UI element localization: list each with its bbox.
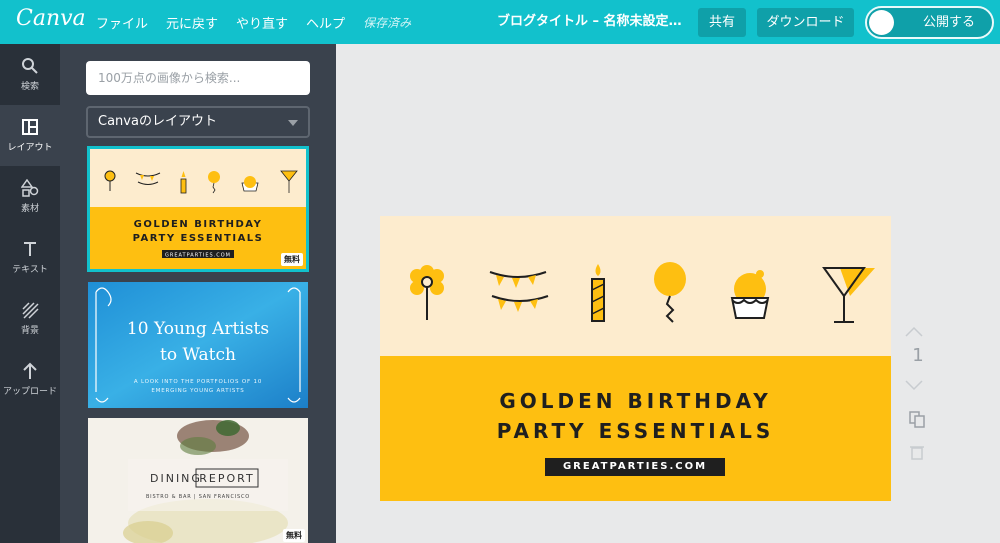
canva-logo[interactable]: Canva <box>16 6 86 31</box>
nav-item-elements[interactable]: 素材 <box>0 166 60 227</box>
delete-page-icon[interactable] <box>910 444 924 464</box>
layout-icon <box>22 119 38 135</box>
image-search-input[interactable]: 100万点の画像から検索... <box>86 61 310 95</box>
toggle-knob <box>869 10 894 35</box>
page-down-icon[interactable] <box>904 376 924 395</box>
menu-undo[interactable]: 元に戻す <box>166 13 218 32</box>
upload-arrow-icon <box>23 362 37 379</box>
thumb-sub1: A LOOK INTO THE PORTFOLIOS OF 10 <box>134 379 262 385</box>
layout-dropdown-value: Canvaのレイアウト <box>98 114 217 129</box>
nav-label: テキスト <box>12 265 48 275</box>
balloon-icon <box>654 262 686 323</box>
top-bar: Canva ファイル 元に戻す やり直す ヘルプ 保存済み ブログタイトル – … <box>0 0 1000 44</box>
canvas-icon-band <box>380 216 891 356</box>
thumb-line1: 10 Young Artists <box>127 319 269 339</box>
nav-item-text[interactable]: テキスト <box>0 227 60 288</box>
cocktail-icon <box>822 267 875 323</box>
party-icons <box>410 262 875 323</box>
nav-item-search[interactable]: 検索 <box>0 44 60 105</box>
document-title[interactable]: ブログタイトル – 名称未設定のデザイン <box>497 0 689 44</box>
nav-label: 背景 <box>20 326 39 336</box>
publish-toggle[interactable]: 公開する <box>865 6 994 39</box>
nav-label: 検索 <box>20 82 39 92</box>
page-up-icon[interactable] <box>904 323 924 342</box>
thumb-line2: PARTY ESSENTIALS <box>133 233 264 244</box>
layout-dropdown[interactable]: Canvaのレイアウト <box>86 106 310 138</box>
candle-icon <box>591 264 605 322</box>
share-button[interactable]: 共有 <box>698 8 746 37</box>
left-sidebar: 検索 レイアウト 素材 テキスト 背景 アップロード <box>0 44 60 543</box>
layouts-panel: 100万点の画像から検索... Canvaのレイアウト GOLDEN BIRTH… <box>60 44 336 543</box>
shapes-icon <box>21 179 39 197</box>
canvas-headline-line1[interactable]: GOLDEN BIRTHDAY <box>380 389 891 413</box>
design-canvas[interactable]: GOLDEN BIRTHDAY PARTY ESSENTIALS GREATPA… <box>380 216 891 501</box>
thumb-sub: BISTRO & BAR | SAN FRANCISCO <box>146 494 250 500</box>
chevron-down-icon <box>288 120 298 126</box>
thumb-url: GREATPARTIES.COM <box>165 253 231 259</box>
menu-redo[interactable]: やり直す <box>236 13 288 32</box>
page-number: 1 <box>912 345 924 366</box>
nav-item-upload[interactable]: アップロード <box>0 349 60 410</box>
free-badge: 無料 <box>281 253 303 266</box>
nav-item-layout[interactable]: レイアウト <box>0 105 60 166</box>
thumb-line1: GOLDEN BIRTHDAY <box>134 219 263 230</box>
canvas-headline-line2[interactable]: PARTY ESSENTIALS <box>380 419 891 443</box>
canvas-title-band: GOLDEN BIRTHDAY PARTY ESSENTIALS GREATPA… <box>380 356 891 501</box>
nav-label: レイアウト <box>7 143 53 153</box>
menu-file[interactable]: ファイル <box>96 13 148 32</box>
canvas-url-label[interactable]: GREATPARTIES.COM <box>545 458 725 476</box>
nav-label: アップロード <box>2 387 57 397</box>
thumb-line2: to Watch <box>160 345 236 365</box>
thumb-title-b: REPORT <box>199 472 254 485</box>
download-button[interactable]: ダウンロード <box>757 8 854 37</box>
publish-label: 公開する <box>922 15 975 30</box>
save-status: 保存済み <box>363 15 412 30</box>
main-menu: ファイル 元に戻す やり直す ヘルプ 保存済み <box>96 0 429 44</box>
cupcake-icon <box>730 270 770 319</box>
menu-help[interactable]: ヘルプ <box>306 13 345 32</box>
thumb-title-a: DINING <box>150 472 202 485</box>
thumb-sub2: EMERGING YOUNG ARTISTS <box>151 388 244 394</box>
search-icon <box>22 58 38 74</box>
nav-label: 素材 <box>20 204 39 214</box>
layout-thumbnail-dining[interactable]: DINING REPORT BISTRO & BAR | SAN FRANCIS… <box>88 418 308 543</box>
layout-thumbnail-artists[interactable]: 10 Young Artists to Watch A LOOK INTO TH… <box>88 282 308 408</box>
birthday-thumbnail-art: GOLDEN BIRTHDAY PARTY ESSENTIALS GREATPA… <box>90 149 306 269</box>
free-badge: 無料 <box>283 529 305 542</box>
bunting-icon <box>489 271 549 312</box>
copy-page-icon[interactable] <box>908 410 926 432</box>
flower-icon <box>410 265 444 320</box>
layout-thumbnail-birthday[interactable]: GOLDEN BIRTHDAY PARTY ESSENTIALS GREATPA… <box>88 147 308 271</box>
artists-thumbnail-art: 10 Young Artists to Watch A LOOK INTO TH… <box>88 282 308 408</box>
background-icon <box>22 302 39 319</box>
dining-thumbnail-art: DINING REPORT BISTRO & BAR | SAN FRANCIS… <box>88 418 308 543</box>
text-icon <box>24 242 36 256</box>
nav-item-background[interactable]: 背景 <box>0 288 60 349</box>
